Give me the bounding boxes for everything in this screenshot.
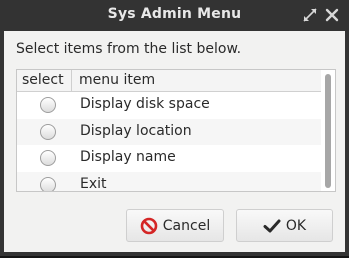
cancel-icon	[140, 217, 158, 234]
radio-button[interactable]	[40, 97, 56, 113]
list-item-label: Display disk space	[80, 96, 210, 112]
maximize-button[interactable]	[302, 7, 318, 23]
close-icon	[325, 8, 339, 22]
checkmark-icon	[263, 219, 281, 232]
maximize-arrows-icon	[303, 8, 317, 22]
close-button[interactable]	[324, 7, 340, 23]
ok-button[interactable]: OK	[236, 209, 333, 242]
column-header-menu-item[interactable]: menu item	[73, 70, 155, 91]
list-item-label: Display location	[80, 122, 192, 139]
list-rows: Display disk space Display location Disp…	[17, 92, 321, 192]
radio-button[interactable]	[40, 123, 56, 140]
menu-list[interactable]: select menu item Display disk space Disp…	[16, 69, 336, 192]
dialog-body: Select items from the list below. select…	[4, 31, 345, 252]
list-item-display-name[interactable]: Display name	[17, 145, 321, 172]
ok-button-label: OK	[285, 217, 307, 234]
list-item-label: Display name	[80, 149, 176, 165]
title-bar[interactable]: Sys Admin Menu	[0, 0, 349, 31]
list-item-display-location[interactable]: Display location	[17, 118, 321, 145]
list-item-exit[interactable]: Exit	[17, 171, 321, 192]
cancel-button[interactable]: Cancel	[126, 209, 224, 242]
list-item-label: Exit	[80, 175, 107, 192]
vertical-scrollbar[interactable]	[321, 70, 335, 191]
cancel-button-label: Cancel	[162, 217, 211, 234]
list-header: select menu item	[17, 70, 335, 92]
instruction-text: Select items from the list below.	[16, 41, 242, 57]
dialog-window: Sys Admin Menu Select items from the lis…	[0, 0, 349, 256]
column-header-select[interactable]: select	[17, 70, 72, 91]
scrollbar-thumb[interactable]	[325, 74, 331, 188]
window-title: Sys Admin Menu	[107, 6, 242, 22]
radio-button[interactable]	[40, 176, 56, 191]
radio-button[interactable]	[40, 150, 56, 166]
list-item-display-disk-space[interactable]: Display disk space	[17, 92, 321, 119]
